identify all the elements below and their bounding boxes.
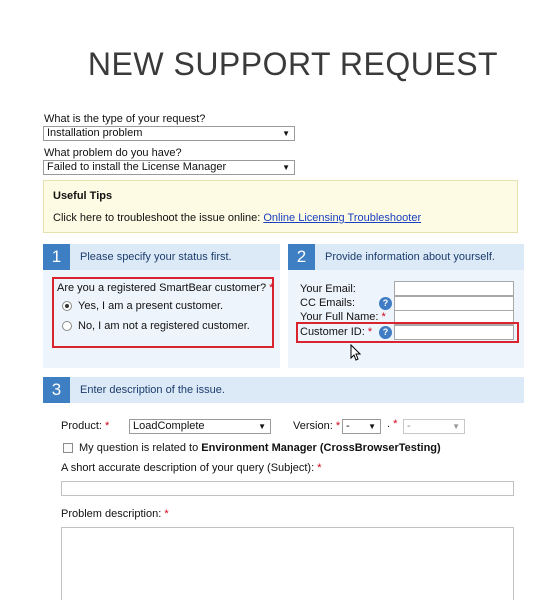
request-type-label: What is the type of your request? <box>44 113 206 125</box>
tips-text: Click here to troubleshoot the issue onl… <box>53 212 421 224</box>
description-label: Problem description: * <box>61 508 169 520</box>
required-mark: * <box>269 282 274 294</box>
required-mark: * <box>164 508 169 520</box>
dropdown-arrow-icon: ▼ <box>282 163 290 172</box>
section-3-title: Enter description of the issue. <box>80 384 225 396</box>
useful-tips-box: Useful Tips Click here to troubleshoot t… <box>43 180 518 233</box>
version-major-select[interactable]: - ▼ <box>342 419 381 434</box>
required-mark: * <box>317 462 322 474</box>
section-1-header: 1 Please specify your status first. <box>43 244 280 270</box>
section-2-header: 2 Provide information about yourself. <box>288 244 524 270</box>
required-mark: * <box>393 418 398 430</box>
present-customer-label: Yes, I am a present customer. <box>78 300 224 312</box>
environment-manager-label: My question is related to Environment Ma… <box>79 442 441 454</box>
section-3-header: 3 Enter description of the issue. <box>43 377 524 403</box>
env-manager-prefix: My question is related to <box>79 442 202 454</box>
customer-question-text: Are you a registered SmartBear customer? <box>57 282 267 294</box>
help-icon[interactable]: ? <box>379 297 392 310</box>
dropdown-arrow-icon: ▼ <box>282 129 290 138</box>
version-major-value: - <box>346 420 350 432</box>
section-2-title: Provide information about yourself. <box>325 251 495 263</box>
product-label: Product: * <box>61 420 109 432</box>
subject-input[interactable] <box>61 481 514 496</box>
subject-label-text: A short accurate description of your que… <box>61 462 315 474</box>
help-icon[interactable]: ? <box>379 326 392 339</box>
section-1-number: 1 <box>43 244 70 270</box>
environment-manager-checkbox[interactable] <box>63 443 73 453</box>
dropdown-arrow-icon: ▼ <box>258 422 266 431</box>
request-type-value: Installation problem <box>47 127 143 139</box>
request-type-select[interactable]: Installation problem ▼ <box>43 126 295 141</box>
product-label-text: Product: <box>61 420 102 432</box>
cc-emails-label: CC Emails: <box>300 297 356 309</box>
not-registered-label: No, I am not a registered customer. <box>78 320 250 332</box>
problem-select[interactable]: Failed to install the License Manager ▼ <box>43 160 295 175</box>
version-separator-dot: . <box>387 418 391 430</box>
version-separator: . * <box>387 418 397 430</box>
customer-id-label: Customer ID: * <box>300 326 372 338</box>
section-1-title: Please specify your status first. <box>80 251 232 263</box>
env-manager-bold: Environment Manager (CrossBrowserTesting… <box>201 442 441 454</box>
present-customer-radio[interactable] <box>62 301 72 311</box>
problem-value: Failed to install the License Manager <box>47 161 227 173</box>
email-label: Your Email: <box>300 283 356 295</box>
email-input[interactable] <box>394 281 514 296</box>
troubleshooter-link[interactable]: Online Licensing Troubleshooter <box>263 212 421 224</box>
product-value: LoadComplete <box>133 420 205 432</box>
product-select[interactable]: LoadComplete ▼ <box>129 419 271 434</box>
version-label-text: Version: <box>293 420 333 432</box>
required-mark: * <box>335 420 341 432</box>
tips-text-prefix: Click here to troubleshoot the issue onl… <box>53 212 264 224</box>
page-title: NEW SUPPORT REQUEST <box>87 46 499 82</box>
subject-label: A short accurate description of your que… <box>61 462 321 474</box>
customer-id-input[interactable] <box>394 325 514 340</box>
cc-emails-input[interactable] <box>394 296 514 311</box>
customer-id-label-text: Customer ID: <box>300 326 365 338</box>
version-minor-value: - <box>407 420 411 432</box>
version-label: Version: * <box>293 420 340 432</box>
required-mark: * <box>105 420 110 432</box>
problem-label: What problem do you have? <box>44 147 182 159</box>
customer-question: Are you a registered SmartBear customer?… <box>57 282 273 294</box>
tips-heading: Useful Tips <box>53 190 113 202</box>
not-registered-radio[interactable] <box>62 321 72 331</box>
section-3-number: 3 <box>43 377 70 403</box>
dropdown-arrow-icon: ▼ <box>368 422 376 431</box>
required-mark: * <box>367 326 373 338</box>
dropdown-arrow-icon: ▼ <box>452 422 460 431</box>
description-label-text: Problem description: <box>61 508 162 520</box>
description-textarea[interactable] <box>61 527 514 600</box>
version-minor-select[interactable]: - ▼ <box>403 419 465 434</box>
section-2-number: 2 <box>288 244 315 270</box>
mouse-cursor-icon <box>350 344 361 361</box>
